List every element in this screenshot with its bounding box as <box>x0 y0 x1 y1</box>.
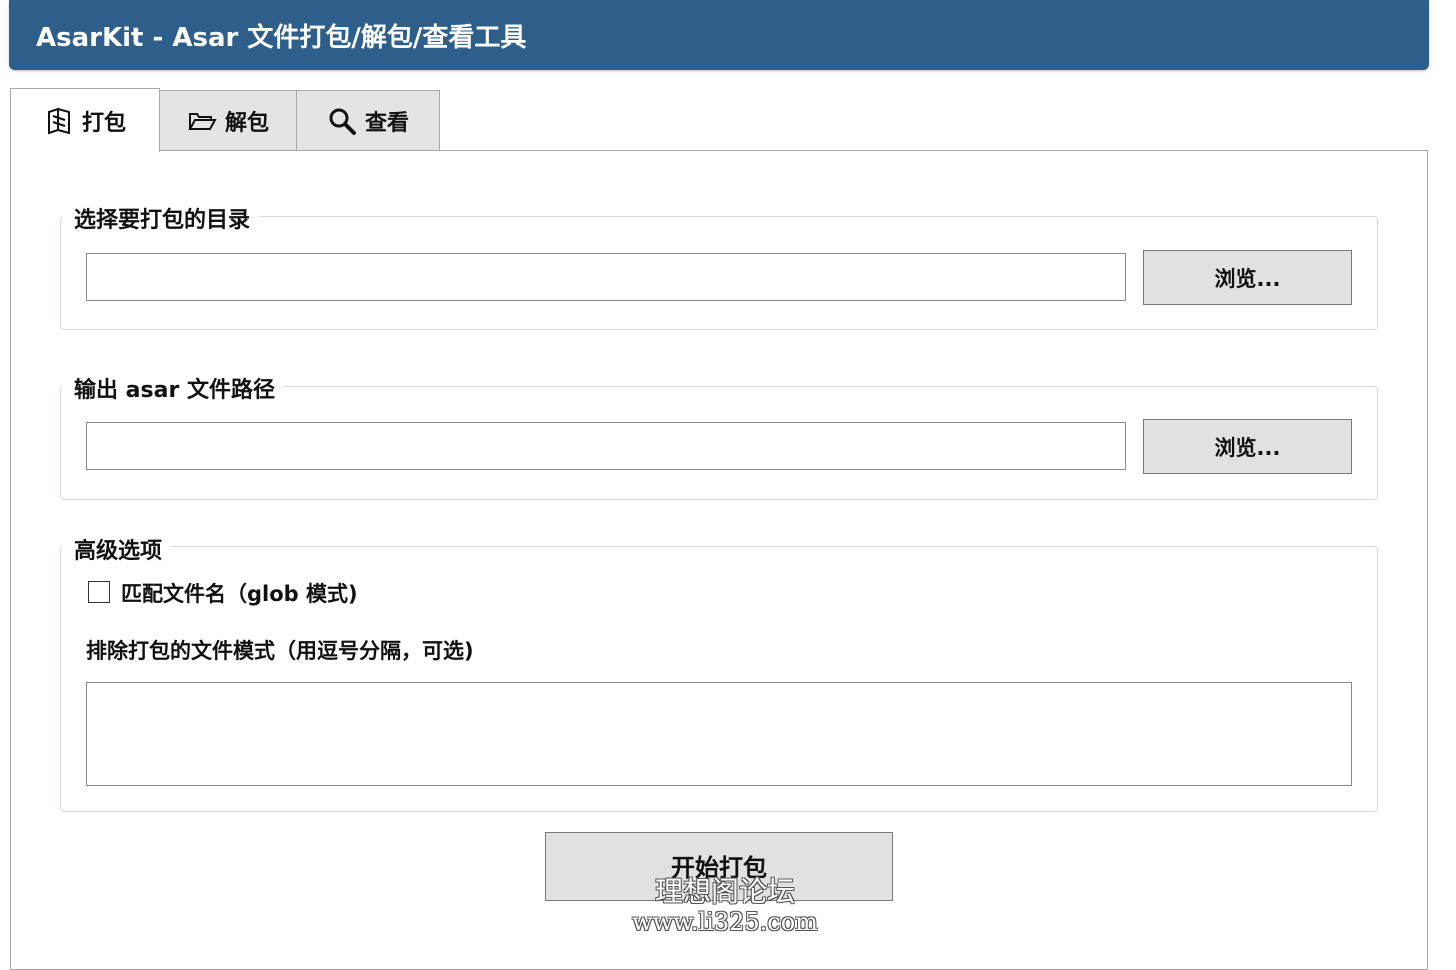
source-group-legend: 选择要打包的目录 <box>62 202 259 234</box>
glob-checkbox[interactable] <box>88 581 110 603</box>
output-path-input[interactable] <box>86 422 1126 470</box>
tab-view-label: 查看 <box>364 110 409 136</box>
watermark-text: 理想阁论坛 <box>654 875 795 908</box>
box-icon <box>44 106 74 136</box>
output-group-legend: 输出 asar 文件路径 <box>62 372 283 404</box>
glob-checkbox-label[interactable]: 匹配文件名（glob 模式) <box>121 578 358 608</box>
advanced-group-legend: 高级选项 <box>62 533 171 565</box>
folder-open-icon <box>187 109 217 133</box>
output-browse-button[interactable]: 浏览... <box>1143 419 1352 474</box>
exclude-patterns-textarea[interactable] <box>86 682 1352 786</box>
tab-pack-label: 打包 <box>81 110 126 136</box>
source-browse-button[interactable]: 浏览... <box>1143 250 1352 305</box>
magnifier-icon <box>327 106 357 136</box>
tab-unpack-label: 解包 <box>224 110 269 136</box>
title-bar: AsarKit - Asar 文件打包/解包/查看工具 <box>9 0 1429 70</box>
watermark-url: www.li325.com <box>632 908 818 936</box>
tab-pack[interactable]: 打包 <box>10 88 160 152</box>
exclude-patterns-label: 排除打包的文件模式（用逗号分隔，可选) <box>86 639 474 663</box>
tab-unpack[interactable]: 解包 <box>158 90 298 150</box>
tab-view[interactable]: 查看 <box>296 90 440 150</box>
window-title: AsarKit - Asar 文件打包/解包/查看工具 <box>36 23 527 53</box>
source-directory-input[interactable] <box>86 253 1126 301</box>
